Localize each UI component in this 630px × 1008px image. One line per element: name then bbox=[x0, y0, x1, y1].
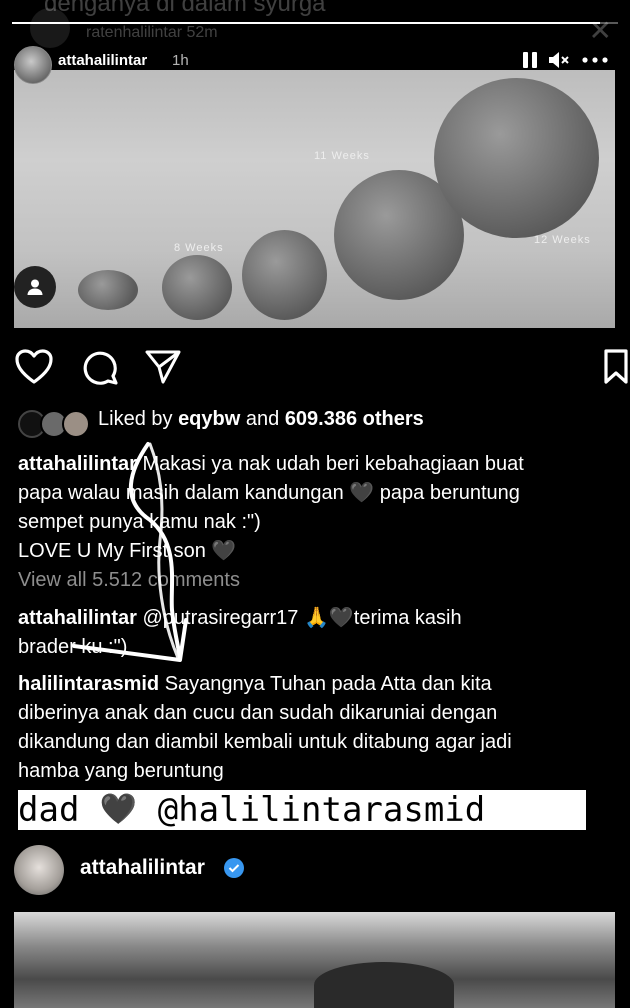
week-label-3: 12 Weeks bbox=[534, 234, 591, 246]
comment-text-line-2: diberinya anak dan cucu dan sudah dikaru… bbox=[18, 702, 498, 724]
caption-line-3: sempet punya kamu nak :") bbox=[18, 511, 261, 533]
view-all-comments-link[interactable]: View all 5.512 comments bbox=[18, 569, 240, 592]
story-text-band: dad 🖤 @halilintarasmid bbox=[18, 790, 586, 830]
story-progress-bar bbox=[12, 22, 618, 24]
embryo-1 bbox=[78, 270, 138, 310]
bottom-avatar[interactable] bbox=[14, 845, 64, 895]
ghost-caption: denganya di dalam syurga bbox=[44, 0, 326, 17]
comment-text-line-3: dikandung dan diambil kembali untuk dita… bbox=[18, 731, 512, 753]
share-icon[interactable] bbox=[144, 348, 182, 391]
likes-count[interactable]: 609.386 others bbox=[285, 408, 424, 430]
more-options-icon[interactable] bbox=[580, 46, 610, 74]
ghost-username: ratenhalilintar 52m bbox=[86, 24, 218, 41]
caption-line-4: LOVE U My First son 🖤 bbox=[18, 540, 237, 562]
next-post-image[interactable] bbox=[14, 912, 615, 1008]
embryo-3 bbox=[242, 230, 327, 320]
pause-icon[interactable] bbox=[518, 46, 542, 74]
caption-line-1: Makasi ya nak udah beri kebahagiaan buat bbox=[142, 453, 524, 475]
story-time: 1h bbox=[172, 52, 189, 69]
band-heart-icon: 🖤 bbox=[99, 792, 138, 827]
week-label-2: 8 Weeks bbox=[174, 242, 224, 254]
liked-by-user[interactable]: eqybw bbox=[178, 408, 240, 430]
comment-item: attahalilintar @putrasiregarr17 🙏🖤terima… bbox=[18, 604, 618, 662]
ghost-close-icon: ✕ bbox=[588, 15, 612, 46]
post-caption: attahalilintar Makasi ya nak udah beri k… bbox=[18, 450, 618, 566]
caption-username[interactable]: attahalilintar bbox=[18, 453, 137, 475]
comment-username[interactable]: halilintarasmid bbox=[18, 673, 159, 695]
band-mention[interactable]: @halilintarasmid bbox=[137, 790, 486, 830]
comment-text-line-1: 🙏🖤terima kasih bbox=[303, 607, 462, 629]
story-username[interactable]: attahalilintar bbox=[58, 52, 147, 69]
mute-icon[interactable] bbox=[546, 46, 572, 74]
embryo-2 bbox=[162, 255, 232, 320]
liked-by-text[interactable]: Liked by eqybw and 609.386 others bbox=[98, 408, 424, 431]
save-bookmark-icon[interactable] bbox=[602, 348, 630, 391]
liked-by-prefix: Liked by bbox=[98, 408, 173, 430]
story-progress-fill bbox=[12, 22, 600, 24]
post-image[interactable]: 11 Weeks 8 Weeks 12 Weeks bbox=[14, 70, 615, 328]
comment-text-line-4: hamba yang beruntung bbox=[18, 760, 224, 782]
verified-badge-icon bbox=[224, 858, 244, 878]
user-tags-icon[interactable] bbox=[14, 266, 56, 308]
comment-text-line-2: brader ku :") bbox=[18, 636, 128, 658]
caption-line-2: papa walau masih dalam kandungan 🖤 papa … bbox=[18, 482, 520, 504]
liked-by-and: and bbox=[245, 408, 280, 430]
comment-username[interactable]: attahalilintar bbox=[18, 607, 137, 629]
comment-mention[interactable]: @putrasiregarr17 bbox=[142, 607, 298, 629]
like-heart-icon[interactable] bbox=[14, 348, 54, 391]
story-avatar[interactable] bbox=[14, 46, 52, 84]
comment-text-line-1: Sayangnya Tuhan pada Atta dan kita bbox=[164, 673, 492, 695]
week-label-1: 11 Weeks bbox=[314, 150, 370, 162]
comment-item: halilintarasmid Sayangnya Tuhan pada Att… bbox=[18, 670, 618, 786]
liked-by-avatars bbox=[18, 408, 92, 438]
comment-icon[interactable] bbox=[80, 348, 120, 391]
embryo-5 bbox=[434, 78, 599, 238]
bottom-username[interactable]: attahalilintar bbox=[80, 856, 205, 880]
band-text-dad: dad bbox=[18, 790, 100, 830]
